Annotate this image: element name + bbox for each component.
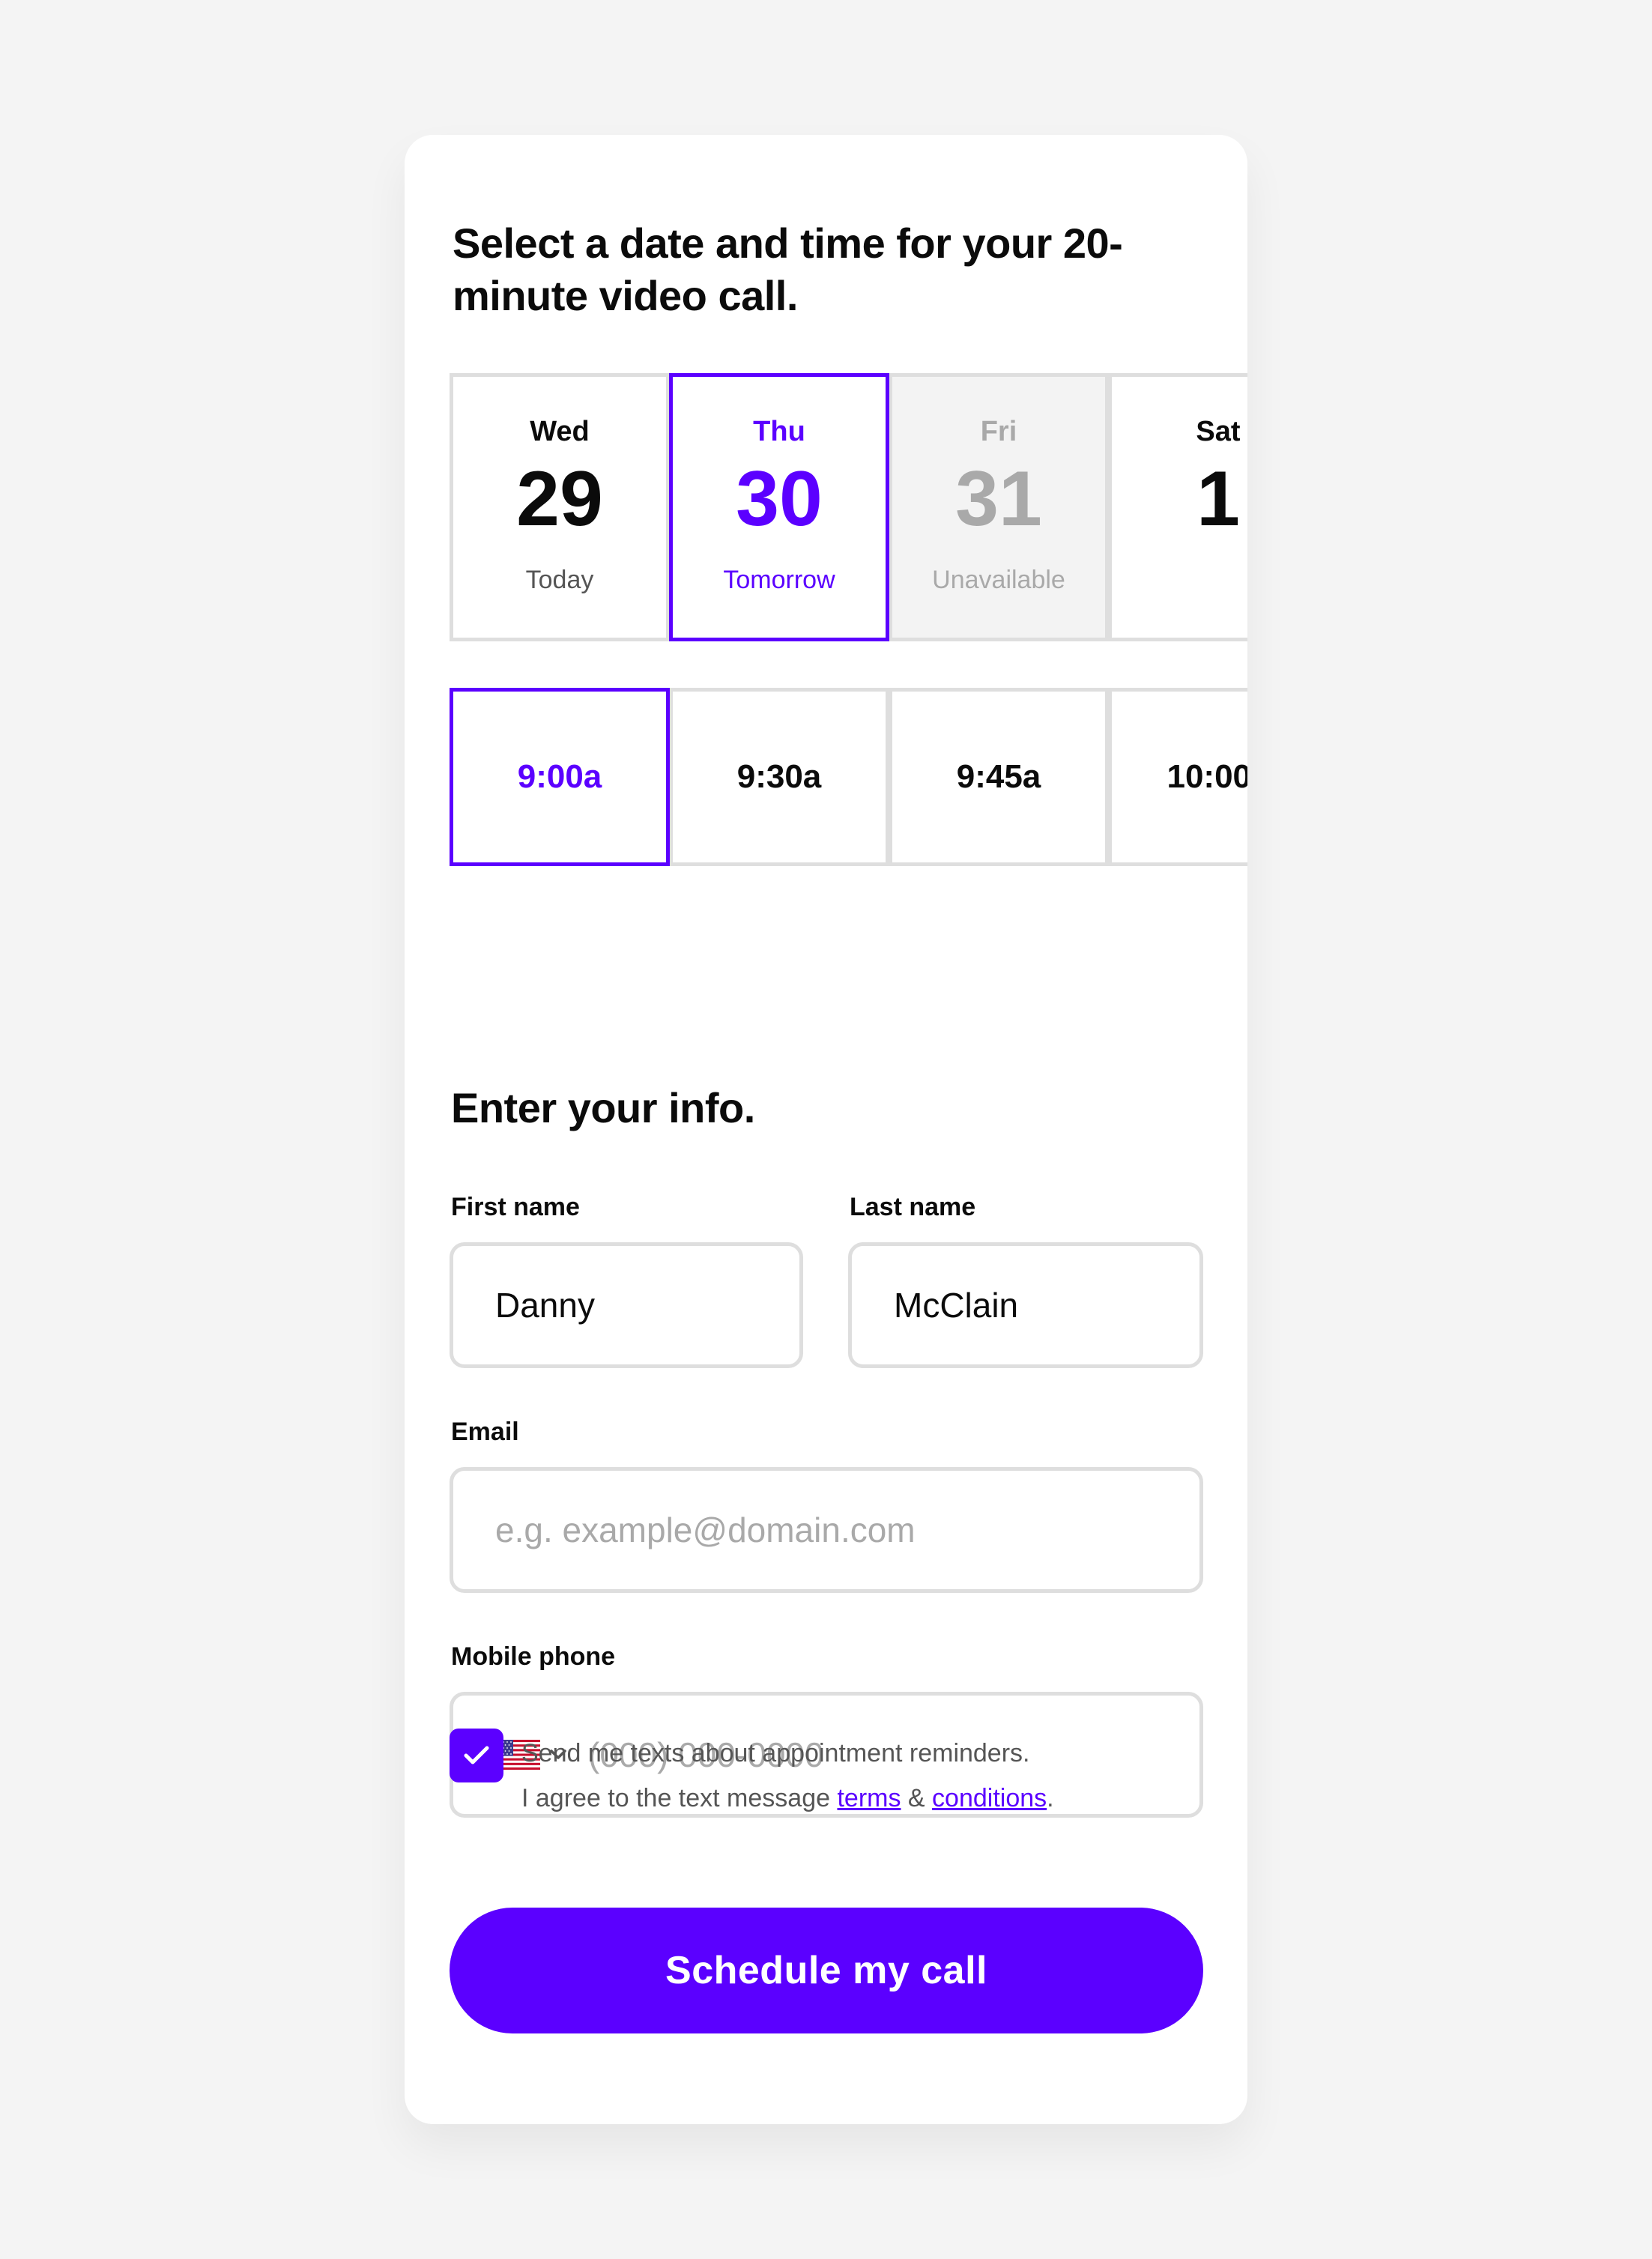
date-day: 1 xyxy=(1196,456,1240,542)
date-weekday: Wed xyxy=(530,416,590,447)
phone-label: Mobile phone xyxy=(451,1642,616,1671)
first-name-field[interactable] xyxy=(450,1242,803,1368)
date-day: 31 xyxy=(955,456,1042,542)
time-option[interactable]: 9:30a xyxy=(669,688,889,866)
terms-link[interactable]: terms xyxy=(837,1784,901,1812)
sms-consent-checkbox[interactable] xyxy=(450,1729,503,1782)
date-day: 29 xyxy=(516,456,603,542)
consent-prefix: I agree to the text message xyxy=(521,1784,838,1812)
sms-consent-text: Send me texts about appointment reminder… xyxy=(521,1731,1054,1821)
schedule-call-button[interactable]: Schedule my call xyxy=(450,1908,1203,2033)
time-picker: 9:00a 9:30a 9:45a 10:00a xyxy=(450,688,1247,866)
first-name-input[interactable] xyxy=(495,1285,799,1325)
date-option-wed-29[interactable]: Wed 29 Today xyxy=(450,373,670,641)
last-name-label: Last name xyxy=(850,1193,976,1221)
consent-amp: & xyxy=(901,1784,933,1812)
email-label: Email xyxy=(451,1418,519,1446)
date-note: Unavailable xyxy=(932,566,1065,594)
time-option[interactable]: 10:00a xyxy=(1108,688,1247,866)
last-name-field[interactable] xyxy=(848,1242,1203,1368)
date-weekday: Sat xyxy=(1196,416,1241,447)
page-title: Select a date and time for your 20-minut… xyxy=(453,220,1123,319)
email-input[interactable] xyxy=(495,1510,1199,1550)
date-weekday: Fri xyxy=(980,416,1017,447)
date-weekday: Thu xyxy=(753,416,805,447)
date-note: Today xyxy=(525,566,594,594)
consent-agreement: I agree to the text message terms & cond… xyxy=(521,1776,1054,1821)
conditions-link[interactable]: conditions xyxy=(932,1784,1047,1812)
date-option-thu-30[interactable]: Thu 30 Tomorrow xyxy=(669,373,889,641)
date-picker: Wed 29 Today Thu 30 Tomorrow Fri 31 Unav… xyxy=(450,373,1247,641)
email-field[interactable] xyxy=(450,1467,1203,1593)
time-option[interactable]: 9:00a xyxy=(450,688,670,866)
time-option[interactable]: 9:45a xyxy=(889,688,1109,866)
consent-line: Send me texts about appointment reminder… xyxy=(521,1739,1030,1767)
scheduling-card: Select a date and time for your 20-minut… xyxy=(405,135,1247,2124)
date-day: 30 xyxy=(736,456,823,542)
last-name-input[interactable] xyxy=(894,1285,1199,1325)
date-note: Tomorrow xyxy=(723,566,835,594)
first-name-label: First name xyxy=(451,1193,580,1221)
date-option-fri-31: Fri 31 Unavailable xyxy=(889,373,1109,641)
checkmark-icon xyxy=(464,1746,489,1764)
consent-suffix: . xyxy=(1047,1784,1054,1812)
date-option-sat-1[interactable]: Sat 1 xyxy=(1108,373,1247,641)
info-heading: Enter your info. xyxy=(451,1084,755,1131)
